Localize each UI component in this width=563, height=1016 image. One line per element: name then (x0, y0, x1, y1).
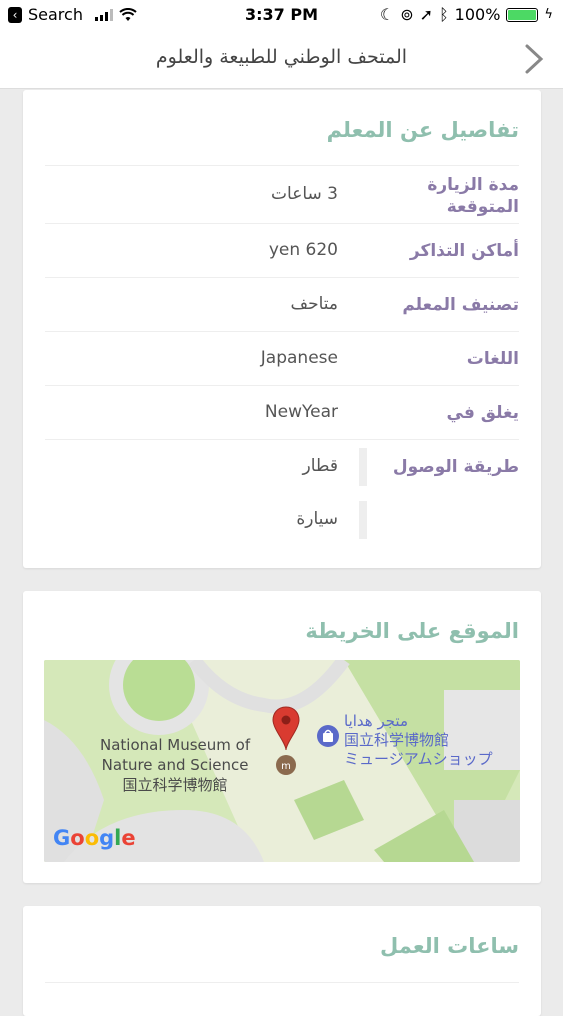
detail-row-access: طريقة الوصول قطار (45, 439, 519, 494)
battery-icon (506, 7, 539, 22)
status-bar: ‹ Search 3:37 PM ☾ ⊚ ➚ ᛒ 100% ϟ (0, 0, 563, 30)
detail-row-tickets: أماكن التذاكر 620 yen (45, 223, 519, 278)
detail-row-languages: اللغات Japanese (45, 331, 519, 386)
page-title: المتحف الوطني للطبيعة والعلوم (155, 46, 408, 68)
shop-label-line: ミュージアムショップ (344, 750, 493, 768)
detail-value: 3 ساعات (271, 184, 338, 204)
bluetooth-icon: ᛒ (439, 5, 449, 24)
detail-row-duration: مدة الزيارة المتوقعة 3 ساعات (45, 165, 519, 224)
detail-row-category: تصنيف المعلم متاحف (45, 277, 519, 332)
place-label-line: Nature and Science (101, 756, 249, 774)
detail-value: 620 yen (268, 240, 338, 260)
detail-label: يغلق في (446, 403, 520, 423)
detail-value: Japanese (260, 348, 338, 368)
detail-row-closed: يغلق في NewYear (45, 385, 519, 440)
navigation-bar: المتحف الوطني للطبيعة والعلوم (0, 30, 563, 89)
detail-value: متاحف (290, 294, 338, 314)
moon-icon: ☾ (379, 5, 395, 24)
shop-label-line: 国立科学博物館 (344, 731, 450, 749)
detail-value: قطار (302, 456, 338, 476)
svg-text:m: m (281, 761, 291, 772)
details-card: تفاصيل عن المعلم مدة الزيارة المتوقعة 3 … (23, 90, 541, 568)
chevron-right-icon[interactable] (519, 40, 549, 78)
detail-label: أماكن التذاكر (409, 241, 519, 261)
charging-icon: ϟ (544, 7, 553, 22)
detail-label: اللغات (466, 349, 519, 369)
hours-title: ساعات العمل (380, 934, 519, 958)
column-separator (359, 448, 367, 486)
detail-label: طريقة الوصول (392, 457, 519, 477)
place-label-line: National Museum of (100, 736, 251, 754)
shop-label[interactable]: متجر هدايا 国立科学博物館 ミュージアムショップ (344, 712, 493, 769)
detail-value: NewYear (264, 402, 338, 422)
map-title: الموقع على الخريطة (305, 619, 519, 643)
place-label-line: 国立科学博物館 (122, 776, 228, 794)
detail-value: سيارة (296, 509, 338, 529)
shop-label-line: متجر هدايا (344, 712, 408, 730)
location-icon: ➚ (419, 5, 434, 24)
column-separator (359, 501, 367, 539)
google-logo: Google (53, 826, 136, 850)
detail-label: تصنيف المعلم (402, 295, 519, 315)
map-view[interactable]: National Museum of Nature and Science 国立… (44, 660, 520, 862)
details-title: تفاصيل عن المعلم (326, 118, 519, 142)
detail-label: مدة الزيارة المتوقعة (427, 175, 519, 217)
place-label[interactable]: National Museum of Nature and Science 国立… (100, 735, 250, 795)
map-card: الموقع على الخريطة National Museum of Na… (23, 591, 541, 883)
shopping-bag-icon[interactable] (316, 724, 340, 748)
divider (45, 982, 519, 983)
rotation-lock-icon: ⊚ (400, 5, 414, 24)
battery-percent: 100% (454, 5, 501, 24)
status-right: ☾ ⊚ ➚ ᛒ 100% ϟ (380, 5, 553, 24)
detail-row-access-2: سيارة (45, 493, 519, 547)
map-pin-icon[interactable]: m (271, 705, 301, 780)
